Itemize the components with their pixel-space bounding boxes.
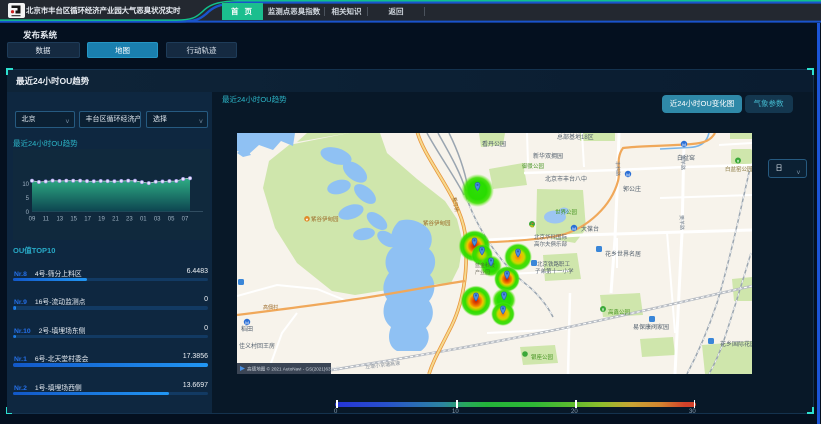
svg-text:易保康阀家园: 易保康阀家园 xyxy=(633,323,669,331)
svg-text:11: 11 xyxy=(43,217,50,223)
svg-text:高鑫公园: 高鑫公园 xyxy=(608,308,631,316)
svg-text:高尔夫俱乐部: 高尔夫俱乐部 xyxy=(534,240,568,248)
svg-text:郭公庄: 郭公庄 xyxy=(623,185,641,193)
svg-text:M: M xyxy=(626,172,630,177)
svg-text:丰科路: 丰科路 xyxy=(614,160,622,175)
svg-text:M: M xyxy=(245,320,249,325)
svg-text:05: 05 xyxy=(168,217,175,223)
svg-text:07: 07 xyxy=(182,217,189,223)
svg-text:03: 03 xyxy=(154,217,161,223)
svg-text:北京市丰台八中: 北京市丰台八中 xyxy=(545,175,587,183)
svg-text:21: 21 xyxy=(112,217,119,223)
svg-text:↟: ↟ xyxy=(601,307,605,312)
svg-text:看丹公园: 看丹公园 xyxy=(482,140,506,148)
svg-text:总部基地18区: 总部基地18区 xyxy=(557,133,594,141)
svg-text:子弟第十一小学: 子弟第十一小学 xyxy=(535,267,574,275)
svg-text:01: 01 xyxy=(140,217,147,223)
svg-text:花乡世界名居: 花乡世界名居 xyxy=(605,250,641,258)
svg-text:御景公园: 御景公园 xyxy=(522,162,545,170)
svg-text:樊羊路: 樊羊路 xyxy=(678,214,686,229)
svg-text:稻田: 稻田 xyxy=(241,325,253,333)
svg-text:紫谷伊甸园: 紫谷伊甸园 xyxy=(423,219,451,227)
svg-text:北京铁路职工: 北京铁路职工 xyxy=(537,260,571,268)
svg-text:紫谷伊甸园: 紫谷伊甸园 xyxy=(311,215,339,223)
svg-text:世界公园: 世界公园 xyxy=(555,208,578,216)
svg-text:13: 13 xyxy=(56,217,63,223)
svg-text:北京华科国际: 北京华科国际 xyxy=(534,233,568,241)
svg-text:M: M xyxy=(682,142,686,147)
svg-text:0: 0 xyxy=(26,210,30,216)
svg-text:花乡国际花园: 花乡国际花园 xyxy=(720,340,752,348)
svg-text:09: 09 xyxy=(29,217,36,223)
svg-text:23: 23 xyxy=(126,217,133,223)
svg-text:15: 15 xyxy=(70,217,77,223)
svg-text:17: 17 xyxy=(84,217,91,223)
svg-text:高德地图 © 2021 AutoNavi - GS(2021: 高德地图 © 2021 AutoNavi - GS(2021)6375号 xyxy=(247,365,341,372)
svg-text:大葆台: 大葆台 xyxy=(581,225,599,233)
svg-text:19: 19 xyxy=(98,217,105,223)
svg-text:↟: ↟ xyxy=(736,158,740,163)
svg-text:M: M xyxy=(572,226,576,231)
svg-text:5: 5 xyxy=(26,196,30,202)
svg-text:新华双拥园: 新华双拥园 xyxy=(533,152,563,160)
svg-text:佳义村回王房: 佳义村回王房 xyxy=(239,342,275,350)
svg-text:樊羊路: 樊羊路 xyxy=(679,154,687,169)
svg-text:白盆窑公园: 白盆窑公园 xyxy=(725,165,752,173)
svg-text:高佃村: 高佃村 xyxy=(263,304,278,311)
svg-text:产业园: 产业园 xyxy=(475,269,490,276)
svg-text:10: 10 xyxy=(22,182,29,188)
svg-text:银座公园: 银座公园 xyxy=(531,353,554,361)
